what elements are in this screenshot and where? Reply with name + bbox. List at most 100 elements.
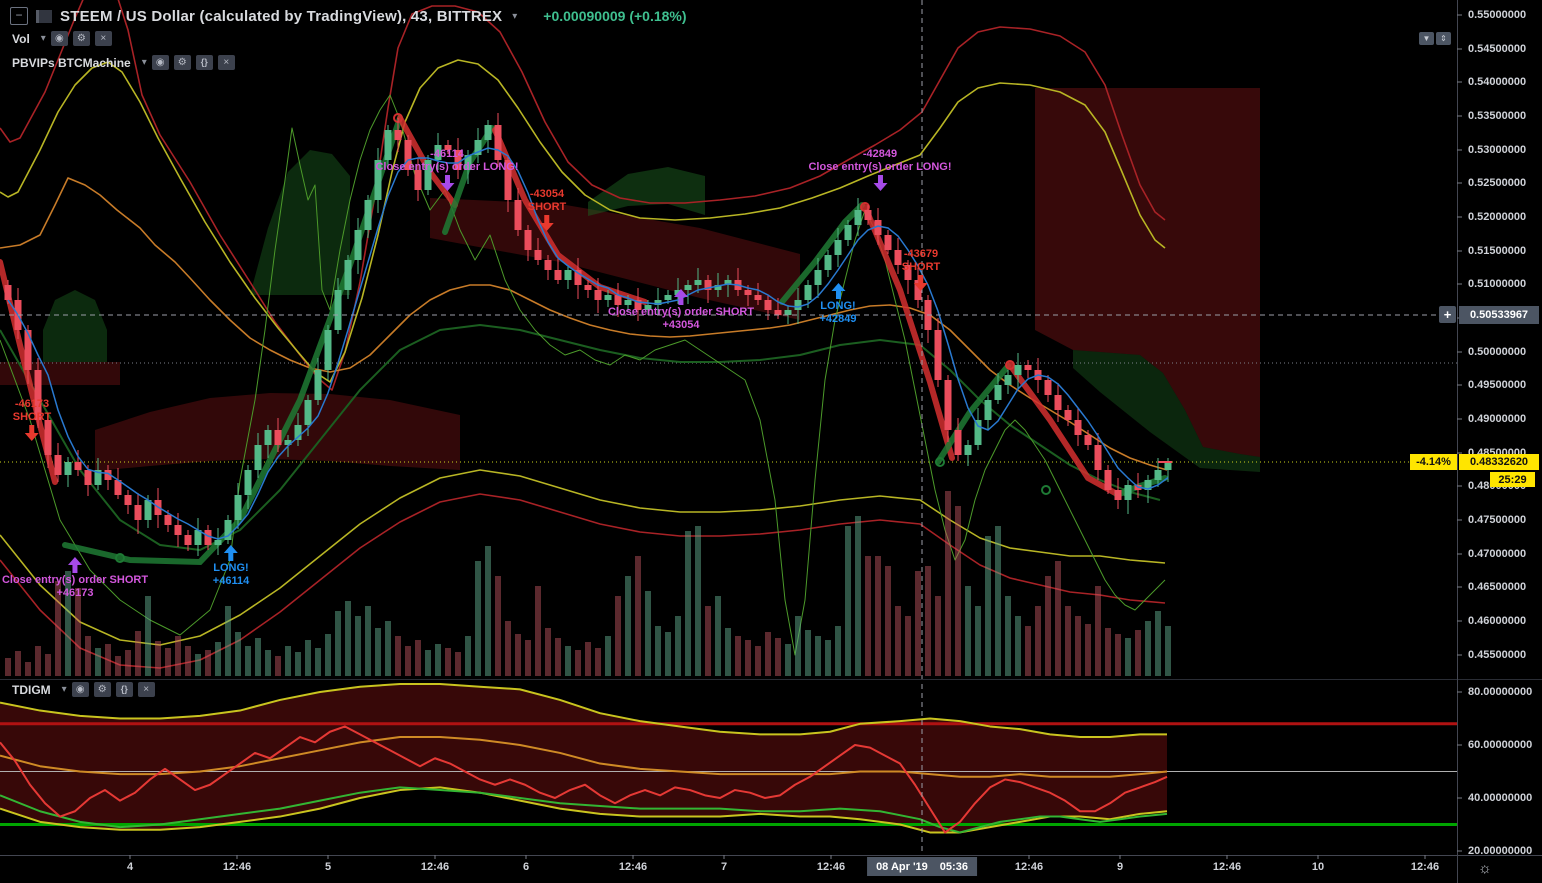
- tdigm-settings-icon[interactable]: ⚙: [93, 682, 111, 697]
- chart-header: − STEEM / US Dollar (calculated by Tradi…: [10, 6, 687, 26]
- candle-body: [184, 535, 192, 545]
- chevron-down-icon[interactable]: ▾: [41, 33, 46, 44]
- price-axis-label: 0.53000000: [1468, 144, 1527, 156]
- volume-bar: [605, 636, 611, 676]
- volume-bar: [905, 616, 911, 676]
- vol-settings-icon[interactable]: ⚙: [72, 31, 90, 46]
- volume-bars: [5, 491, 1171, 676]
- volume-bar: [385, 621, 391, 676]
- crosshair-price-badge: 0.50533967: [1459, 306, 1539, 324]
- add-order-plus-button[interactable]: +: [1439, 306, 1456, 323]
- pbvips-source-code-icon[interactable]: {}: [195, 55, 213, 70]
- volume-bar: [1145, 621, 1151, 676]
- vol-eye-icon[interactable]: ◉: [50, 31, 68, 46]
- chevron-down-icon[interactable]: ▾: [62, 684, 67, 695]
- volume-bar: [595, 648, 601, 676]
- candle-body: [884, 235, 892, 250]
- volume-bar: [895, 606, 901, 676]
- tdigm-source-code-icon[interactable]: {}: [115, 682, 133, 697]
- volume-bar: [205, 650, 211, 676]
- candle-body: [124, 495, 132, 505]
- candle-body: [564, 270, 572, 280]
- price-axis-label: 0.47500000: [1468, 514, 1527, 526]
- volume-bar: [845, 526, 851, 676]
- candle-body: [54, 455, 62, 475]
- up-arrow-icon: [830, 283, 845, 299]
- trade-annotation-text: -42849: [862, 148, 898, 160]
- collapse-panel-icon[interactable]: −: [10, 7, 28, 25]
- volume-bar: [925, 566, 931, 676]
- axis-settings-icon[interactable]: ☼: [1478, 860, 1492, 877]
- candle-body: [254, 445, 262, 470]
- chevron-down-icon[interactable]: ▾: [142, 57, 147, 68]
- crosshair-date: 08 Apr '19: [876, 860, 928, 873]
- pbvips-eye-icon[interactable]: ◉: [151, 55, 169, 70]
- volume-bar: [175, 636, 181, 676]
- candle-body: [334, 290, 342, 330]
- chart-canvas[interactable]: [0, 0, 1542, 883]
- volume-bar: [705, 606, 711, 676]
- cloud-left-green-small: [43, 290, 107, 362]
- candle-body: [1074, 420, 1082, 435]
- volume-bar: [515, 634, 521, 676]
- trade-annotation-text: -46114: [430, 148, 464, 160]
- tdigm-indicator-label[interactable]: TDIGM: [12, 683, 51, 697]
- scale-collapse-button[interactable]: ▼: [1419, 32, 1434, 45]
- trade-annotation-text: SHORT: [12, 411, 52, 423]
- volume-bar: [885, 566, 891, 676]
- vol-indicator-row: Vol ▾ ◉ ⚙ ×: [12, 31, 112, 46]
- volume-bar: [185, 646, 191, 676]
- volume-bar: [955, 506, 961, 676]
- candle-body: [314, 370, 322, 400]
- cloud-rally-green: [250, 150, 350, 295]
- candle-body: [1004, 375, 1012, 385]
- last-price-badge: 0.48332620: [1459, 454, 1539, 470]
- volume-bar: [145, 596, 151, 676]
- tdigm-close-icon[interactable]: ×: [137, 682, 155, 697]
- price-axis-label: 0.54500000: [1468, 43, 1527, 55]
- candle-body: [264, 430, 272, 445]
- candle-body: [1084, 435, 1092, 445]
- volume-bar: [105, 644, 111, 676]
- volume-bar: [695, 526, 701, 676]
- volume-bar: [1095, 586, 1101, 676]
- volume-bar: [1125, 638, 1131, 676]
- symbol-swatch-icon: [36, 9, 52, 23]
- vol-indicator-label[interactable]: Vol: [12, 32, 30, 46]
- volume-bar: [435, 644, 441, 676]
- volume-bar: [405, 646, 411, 676]
- chevron-down-icon[interactable]: ▾: [512, 11, 517, 22]
- trade-annotation: Close entry(s) order SHORT +43054: [608, 288, 754, 332]
- volume-bar: [345, 601, 351, 676]
- volume-bar: [1055, 561, 1061, 676]
- pbvips-close-icon[interactable]: ×: [217, 55, 235, 70]
- price-axis-label: 0.51000000: [1468, 278, 1527, 290]
- volume-bar: [155, 641, 161, 676]
- pbvips-indicator-label[interactable]: PBVIPs BTCMachine: [12, 56, 131, 70]
- vol-close-icon[interactable]: ×: [94, 31, 112, 46]
- time-axis-label: 12:46: [618, 861, 648, 873]
- volume-bar: [45, 654, 51, 676]
- volume-bar: [85, 636, 91, 676]
- symbol-title[interactable]: STEEM / US Dollar (calculated by Trading…: [60, 8, 502, 25]
- candle-body: [934, 330, 942, 380]
- price-axis-label: 0.54000000: [1468, 76, 1527, 88]
- volume-bar: [335, 611, 341, 676]
- pbvips-settings-icon[interactable]: ⚙: [173, 55, 191, 70]
- volume-bar: [635, 556, 641, 676]
- down-arrow-icon: [25, 425, 39, 441]
- price-axis-label: 0.52500000: [1468, 177, 1527, 189]
- time-axis-label: 12:46: [420, 861, 450, 873]
- scale-fit-button[interactable]: ⇕: [1436, 32, 1451, 45]
- volume-bar: [355, 616, 361, 676]
- volume-bar: [495, 576, 501, 676]
- volume-bar: [1135, 630, 1141, 676]
- change-percent-badge: -4.14%: [1410, 454, 1457, 470]
- candle-body: [1064, 410, 1072, 420]
- tdigm-eye-icon[interactable]: ◉: [71, 682, 89, 697]
- volume-bar: [245, 646, 251, 676]
- candle-body: [144, 500, 152, 520]
- volume-bar: [675, 616, 681, 676]
- volume-bar: [1025, 626, 1031, 676]
- volume-bar: [995, 526, 1001, 676]
